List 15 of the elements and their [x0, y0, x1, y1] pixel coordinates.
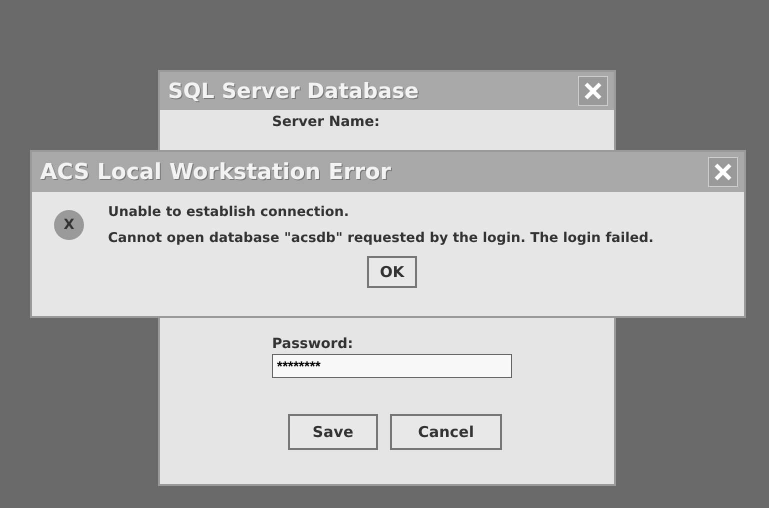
field-label: Password:	[272, 336, 354, 352]
close-button[interactable]	[578, 76, 608, 106]
ok-button[interactable]: OK	[367, 256, 417, 288]
error-message: Unable to establish connection.	[108, 204, 350, 220]
error-icon: X	[54, 210, 84, 240]
close-icon	[582, 80, 604, 102]
error-message: Cannot open database "acsdb" requested by the login. The login failed.	[108, 230, 654, 246]
close-button[interactable]	[708, 157, 738, 187]
password-field[interactable]: ********	[272, 354, 512, 378]
field-label: Server Name:	[272, 114, 381, 130]
close-icon	[712, 161, 734, 183]
window-title: SQL Server Database	[168, 79, 419, 103]
dialog-button[interactable]: Save	[288, 414, 378, 450]
dialog-button[interactable]: Cancel	[390, 414, 502, 450]
dialog-title: ACS Local Workstation Error	[40, 160, 392, 184]
